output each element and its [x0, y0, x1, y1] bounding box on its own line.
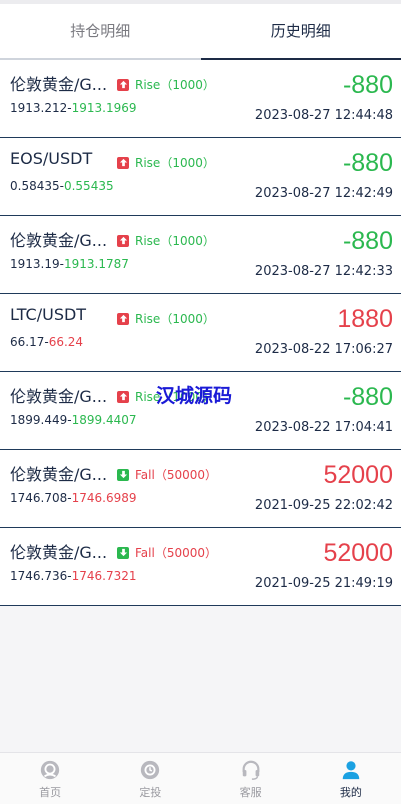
- direction-label: Fall: [135, 546, 155, 560]
- direction-badge: Fall（50000）: [117, 466, 217, 483]
- close-price: 66.24: [49, 335, 83, 349]
- tab-bar: 持仓明细 历史明细: [0, 4, 401, 60]
- price-range: 1746.736-1746.7321: [10, 569, 137, 583]
- nav-label: 客服: [240, 784, 262, 800]
- close-price: 0.55435: [64, 179, 114, 193]
- history-row[interactable]: EOS/USDTRise（1000）0.58435-0.55435-880202…: [0, 138, 401, 216]
- open-price: 0.58435: [10, 179, 60, 193]
- profit-loss-value: 52000: [323, 538, 393, 568]
- nav-item-invest[interactable]: 定投: [100, 753, 200, 804]
- tab-positions[interactable]: 持仓明细: [0, 4, 201, 60]
- profit-loss-value: -880: [343, 148, 393, 178]
- direction-badge: Rise（1000）: [117, 232, 215, 249]
- close-price: 1899.4407: [72, 413, 137, 427]
- profit-loss-value: 52000: [323, 460, 393, 490]
- arrow-down-icon: [117, 469, 129, 481]
- arrow-up-icon: [117, 391, 129, 403]
- bottom-nav: 首页 定投 客服 我的: [0, 752, 401, 804]
- headset-icon: [240, 759, 262, 781]
- price-range: 1913.19-1913.1787: [10, 257, 129, 271]
- home-icon: [39, 759, 61, 781]
- symbol-label: EOS/USDT: [10, 149, 92, 168]
- open-price: 1746.736: [10, 569, 67, 583]
- close-price: 1746.7321: [72, 569, 137, 583]
- open-price: 1899.449: [10, 413, 67, 427]
- nav-label: 定投: [139, 784, 161, 800]
- trade-time: 2021-09-25 22:02:42: [255, 498, 393, 513]
- trade-time: 2023-08-27 12:42:49: [255, 186, 393, 201]
- amount-label: （1000）: [160, 232, 215, 249]
- profit-loss-value: -880: [343, 70, 393, 100]
- symbol-label: LTC/USDT: [10, 305, 86, 324]
- user-icon: [340, 759, 362, 781]
- nav-label: 首页: [39, 784, 61, 800]
- amount-label: （50000）: [155, 466, 217, 483]
- invest-icon: [139, 759, 161, 781]
- amount-label: （1000）: [160, 310, 215, 327]
- direction-label: Fall: [135, 468, 155, 482]
- history-row[interactable]: 伦敦黄金/G... Fall（50000） 1746.708-1746.6989 52…: [0, 450, 401, 528]
- direction-label: Rise: [135, 234, 160, 248]
- symbol-label: 伦敦黄金/G...: [10, 383, 107, 407]
- arrow-up-icon: [117, 313, 129, 325]
- direction-label: Rise: [135, 156, 160, 170]
- symbol-label: 伦敦黄金/G...: [10, 461, 107, 485]
- direction-badge: Rise（1000）: [117, 310, 215, 327]
- trade-time: 2023-08-22 17:04:41: [255, 420, 393, 435]
- symbol-label: 伦敦黄金/G...: [10, 227, 107, 251]
- nav-item-headset[interactable]: 客服: [201, 753, 301, 804]
- history-row[interactable]: 伦敦黄金/G... Fall（50000） 1746.736-1746.7321 52…: [0, 528, 401, 606]
- profit-loss-value: 1880: [337, 304, 393, 334]
- direction-badge: Rise（1000）: [117, 76, 215, 93]
- trade-time: 2023-08-27 12:44:48: [255, 108, 393, 123]
- direction-badge: Fall（50000）: [117, 544, 217, 561]
- trade-time: 2021-09-25 21:49:19: [255, 576, 393, 591]
- price-range: 1746.708-1746.6989: [10, 491, 137, 505]
- nav-item-home[interactable]: 首页: [0, 753, 100, 804]
- amount-label: （1000）: [160, 76, 215, 93]
- direction-label: Rise: [135, 312, 160, 326]
- profit-loss-value: -880: [343, 226, 393, 256]
- history-row[interactable]: LTC/USDT Rise（1000） 66.17-66.24 1880 2023-08…: [0, 294, 401, 372]
- history-row[interactable]: 伦敦黄金/G... Rise（1000） 1913.212-1913.1969 -88…: [0, 60, 401, 138]
- price-range: 0.58435-0.55435: [10, 179, 114, 193]
- arrow-up-icon: [117, 79, 129, 91]
- amount-label: （1000）: [160, 154, 215, 171]
- tab-history[interactable]: 历史明细: [201, 4, 401, 60]
- history-list: 伦敦黄金/G...Rise（1000）1913.212-1913.1969-88…: [0, 60, 401, 606]
- price-range: 1899.449-1899.4407: [10, 413, 137, 427]
- direction-badge: Rise（1000）: [117, 154, 215, 171]
- direction-label: Rise: [135, 78, 160, 92]
- open-price: 66.17: [10, 335, 44, 349]
- trade-time: 2023-08-27 12:42:33: [255, 264, 393, 279]
- open-price: 1746.708: [10, 491, 67, 505]
- arrow-down-icon: [117, 547, 129, 559]
- close-price: 1913.1787: [64, 257, 129, 271]
- close-price: 1746.6989: [72, 491, 137, 505]
- trade-time: 2023-08-22 17:06:27: [255, 342, 393, 357]
- price-range: 66.17-66.24: [10, 335, 83, 349]
- amount-label: （50000）: [155, 544, 217, 561]
- arrow-up-icon: [117, 235, 129, 247]
- history-row[interactable]: 伦敦黄金/G... Rise（1000） 1913.19-1913.1787 -880…: [0, 216, 401, 294]
- symbol-label: 伦敦黄金/G...: [10, 71, 107, 95]
- close-price: 1913.1969: [72, 101, 137, 115]
- app-root: 持仓明细 历史明细 伦敦黄金/G...Rise（1000）1913.212-19…: [0, 0, 401, 803]
- open-price: 1913.19: [10, 257, 60, 271]
- nav-item-user[interactable]: 我的: [301, 753, 401, 804]
- price-range: 1913.212-1913.1969: [10, 101, 137, 115]
- open-price: 1913.212: [10, 101, 67, 115]
- profit-loss-value: -880: [343, 382, 393, 412]
- arrow-up-icon: [117, 157, 129, 169]
- watermark-text: 汉城源码: [156, 381, 232, 408]
- symbol-label: 伦敦黄金/G...: [10, 539, 107, 563]
- nav-label: 我的: [340, 784, 362, 800]
